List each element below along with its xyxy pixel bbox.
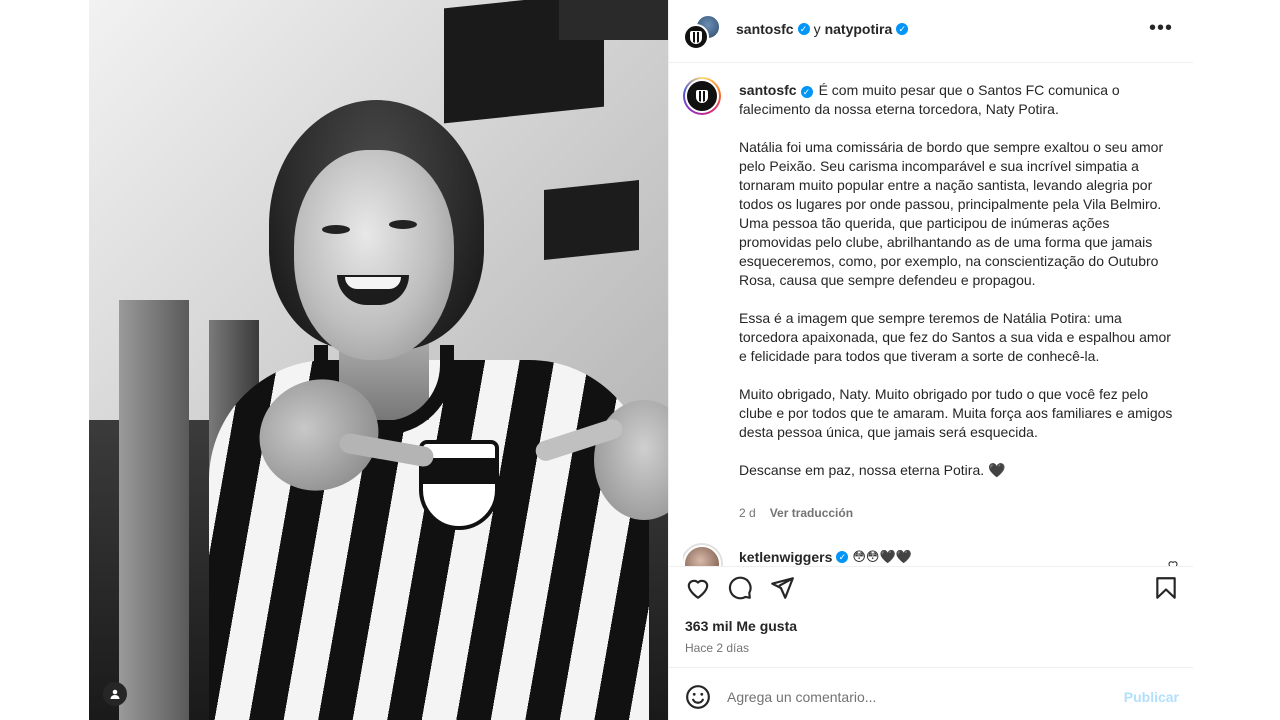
photo-teeth <box>345 277 401 289</box>
add-comment-bar: Publicar <box>669 667 1193 720</box>
comment-input[interactable] <box>727 682 1107 712</box>
photo-eye <box>322 225 350 234</box>
verified-badge-icon: ✓ <box>800 86 813 98</box>
emoji-icon[interactable] <box>685 684 711 710</box>
post-header: santosfc ✓ y natypotira ✓ ••• <box>669 0 1193 63</box>
comment-like-icon[interactable] <box>1167 559 1179 566</box>
caption-meta: 2 d Ver traducción <box>739 506 853 520</box>
commenter-avatar[interactable] <box>683 545 721 566</box>
post-caption: santosfc ✓ É com muito pesar que o Santos … <box>739 81 1179 499</box>
bookmark-icon[interactable] <box>1153 575 1179 601</box>
caption-age: 2 d <box>739 506 756 520</box>
publish-button[interactable]: Publicar <box>1124 689 1179 705</box>
collab-connector: y <box>813 21 821 37</box>
photo-window <box>544 180 639 260</box>
santos-crest-icon <box>690 30 702 44</box>
verified-badge-icon: ✓ <box>836 551 849 563</box>
caption-paragraph: Muito obrigado, Naty. Muito obrigado por… <box>739 386 1173 440</box>
comment-item: ketlenwiggers ✓ 😳😳🖤🖤 <box>683 543 1183 566</box>
more-options-icon[interactable]: ••• <box>1149 18 1173 38</box>
username-santosfc[interactable]: santosfc <box>736 21 794 37</box>
photo-eye <box>389 220 417 229</box>
like-count[interactable]: 363 mil Me gusta <box>685 618 797 634</box>
share-icon[interactable] <box>769 575 795 601</box>
username-natypotira[interactable]: natypotira <box>825 21 893 37</box>
comment-text: 😳😳🖤🖤 <box>852 549 912 565</box>
collab-avatars[interactable] <box>683 14 721 50</box>
verified-badge-icon: ✓ <box>797 23 810 35</box>
see-translation-link[interactable]: Ver traducción <box>770 506 853 520</box>
photo-crest-band <box>423 458 495 484</box>
comment-icon[interactable] <box>727 575 753 601</box>
photo-pillar <box>119 300 189 720</box>
caption-avatar[interactable] <box>683 77 721 115</box>
action-bar <box>669 566 1193 606</box>
post-detail-panel: santosfc ✓ y natypotira ✓ ••• santosfc ✓ É… <box>668 0 1193 720</box>
caption-paragraph: Essa é a imagem que sempre teremos de Na… <box>739 310 1171 364</box>
verified-badge-icon: ✓ <box>896 23 909 35</box>
santos-crest-icon <box>696 89 708 103</box>
commenter-username[interactable]: ketlenwiggers <box>739 549 832 565</box>
photo-window <box>559 0 668 40</box>
caption-paragraph: Descanse em paz, nossa eterna Potira. 🖤 <box>739 462 1006 478</box>
collab-names: santosfc ✓ y natypotira ✓ <box>736 21 909 37</box>
tagged-user-icon[interactable] <box>103 682 127 706</box>
caption-paragraph: Natália foi uma comissária de bordo que … <box>739 139 1164 288</box>
photo-face <box>294 150 454 360</box>
avatar-santosfc[interactable] <box>683 24 709 50</box>
caption-scroll-area[interactable]: santosfc ✓ É com muito pesar que o Santos … <box>669 64 1193 566</box>
post-photo[interactable] <box>89 0 668 720</box>
heart-icon[interactable] <box>685 575 711 601</box>
post-timestamp[interactable]: Hace 2 días <box>685 641 749 655</box>
caption-username[interactable]: santosfc <box>739 82 797 98</box>
